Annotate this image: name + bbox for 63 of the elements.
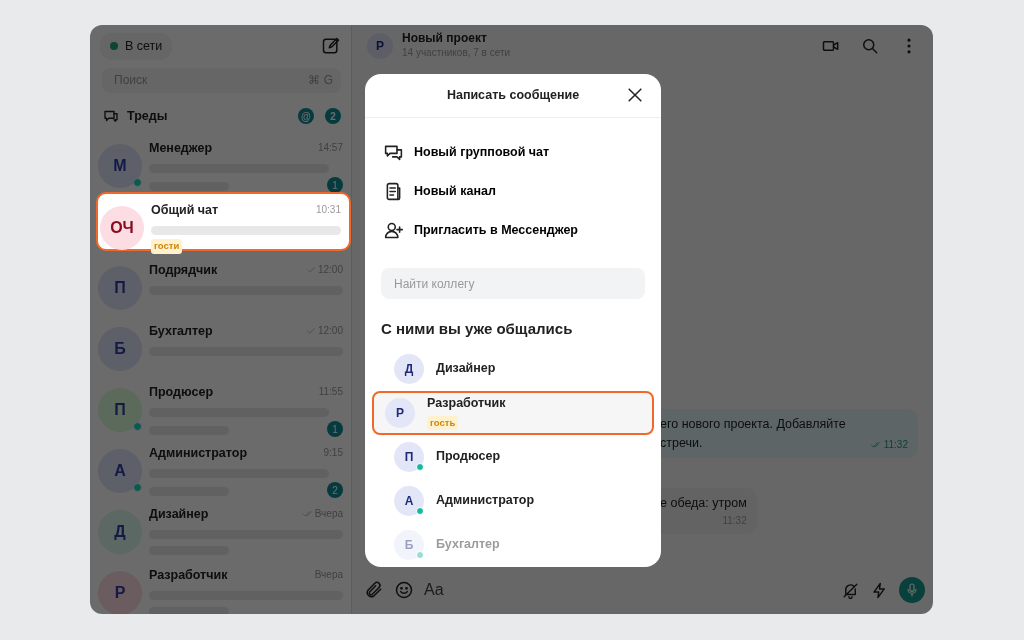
menu-item[interactable]: Новый групповой чат [365,133,661,172]
avatar-initials: Д [114,521,126,542]
chat-name: Общий чат [151,201,219,219]
menu-item[interactable]: Пригласить в Мессенджер [365,211,661,250]
avatar-initials: П [404,448,414,466]
modal-title: Написать сообщение [446,87,580,105]
chat-name: Подрядчик [149,261,218,279]
unread-badge: 1 [327,421,343,438]
menu-item[interactable]: Новый канал [365,172,661,211]
message-text: его нового проекта. Добавляйте [660,415,846,433]
microphone-button[interactable] [899,577,925,603]
chat-title: Новый проект [402,31,488,46]
avatar-initials: Б [404,536,414,554]
colleague-search-field[interactable]: Найти коллегу [381,268,645,299]
count-badge: 2 [325,108,341,125]
microphone-icon [904,582,920,598]
contact-name: Дизайнер [436,360,496,378]
threads-label[interactable]: Треды [127,106,291,126]
contact-name: Бухгалтер [436,536,500,554]
chat-name: Менеджер [149,139,213,157]
contact-item[interactable]: А Администратор [372,478,654,523]
chat-name: Разработчик [149,566,228,584]
search-icon[interactable] [860,36,880,56]
contact-name: Продюсер [436,448,501,466]
attach-icon[interactable] [364,580,384,600]
emoji-icon[interactable] [394,580,414,600]
chat-name: Бухгалтер [149,322,213,340]
shortcut-key: ⌘ [307,71,320,90]
add-person-icon [383,220,404,241]
message-text: стречи. [660,434,703,452]
section-title: С ними вы уже общались [381,319,574,339]
contact-name: Разработчик [427,394,506,412]
avatar-initials: Д [404,360,414,378]
avatar-initials: Р [114,582,126,603]
message-time: 11:32 [883,438,908,453]
contact-item[interactable]: П Продюсер [372,434,654,479]
avatar-initials: А [114,460,126,481]
contact-item[interactable]: Д Дизайнер [372,346,654,391]
unread-badge: 1 [327,177,343,194]
chat-time: 10:31 [315,203,341,218]
avatar-initials: П [114,277,126,298]
avatar-initials: А [404,492,414,510]
mention-badge: @ [298,108,314,125]
chat-name: Дизайнер [149,505,209,523]
chat-name: Продюсер [149,383,214,401]
avatar-initials: П [114,399,126,420]
message-text: е обеда: утром [660,495,747,513]
avatar-initials: ОЧ [110,217,134,238]
status-label: В сети [125,38,163,55]
avatar-initials: М [113,155,127,176]
contact-item[interactable]: Р Разработчик гость [372,390,654,435]
contact-item[interactable]: Б Бухгалтер [372,522,654,567]
status-pill[interactable]: В сети [100,33,173,60]
avatar-initials: Р [396,404,404,422]
guest-tag: гость [427,415,459,430]
avatar-initials: Р [376,38,384,55]
chat-item[interactable]: ОЧ Общий чат 10:31 гости [96,191,351,251]
avatar-initials: Б [114,338,126,359]
guest-tag: гости [151,239,183,254]
contact-name: Администратор [436,492,535,510]
unread-badge: 2 [327,482,343,499]
chat-name: Администратор [149,444,248,462]
format-button[interactable]: Aa [424,578,831,602]
